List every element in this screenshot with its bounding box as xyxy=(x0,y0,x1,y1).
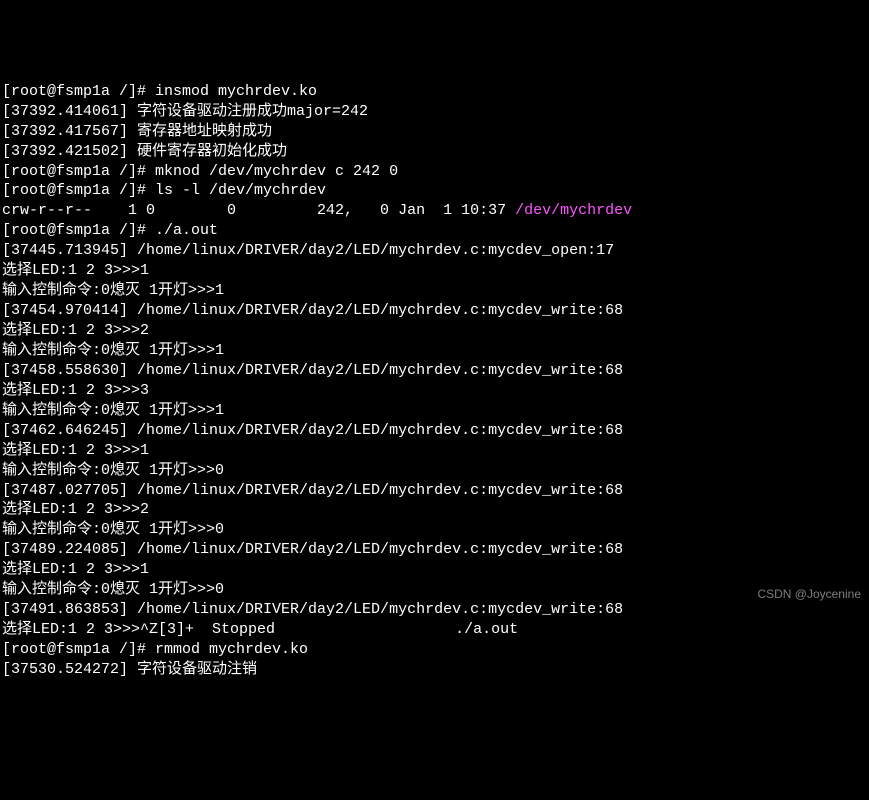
terminal-line: [root@fsmp1a /]# insmod mychrdev.ko xyxy=(2,82,867,102)
terminal-line: 输入控制命令:0熄灭 1开灯>>>1 xyxy=(2,281,867,301)
terminal-line: [37392.414061] 字符设备驱动注册成功major=242 xyxy=(2,102,867,122)
terminal-text: [37392.414061] 字符设备驱动注册成功major=242 xyxy=(2,103,368,120)
terminal-text: [37489.224085] /home/linux/DRIVER/day2/L… xyxy=(2,541,623,558)
terminal-line: 选择LED:1 2 3>>>1 xyxy=(2,560,867,580)
terminal-text: [root@fsmp1a /]# rmmod mychrdev.ko xyxy=(2,641,308,658)
terminal-line: [37392.421502] 硬件寄存器初始化成功 xyxy=(2,142,867,162)
terminal-text: /dev/mychrdev xyxy=(515,202,632,219)
terminal-text: [37462.646245] /home/linux/DRIVER/day2/L… xyxy=(2,422,623,439)
terminal-line: [37487.027705] /home/linux/DRIVER/day2/L… xyxy=(2,481,867,501)
terminal-text: [37454.970414] /home/linux/DRIVER/day2/L… xyxy=(2,302,623,319)
terminal-text: [37445.713945] /home/linux/DRIVER/day2/L… xyxy=(2,242,614,259)
terminal-text: 选择LED:1 2 3>>>2 xyxy=(2,501,149,518)
terminal-line: [37491.863853] /home/linux/DRIVER/day2/L… xyxy=(2,600,867,620)
terminal-text: 输入控制命令:0熄灭 1开灯>>>0 xyxy=(2,581,224,598)
terminal-line: 输入控制命令:0熄灭 1开灯>>>1 xyxy=(2,401,867,421)
terminal-line: [root@fsmp1a /]# ./a.out xyxy=(2,221,867,241)
terminal-text: [37392.421502] 硬件寄存器初始化成功 xyxy=(2,143,287,160)
terminal-text: [37487.027705] /home/linux/DRIVER/day2/L… xyxy=(2,482,623,499)
terminal-line: [37458.558630] /home/linux/DRIVER/day2/L… xyxy=(2,361,867,381)
terminal-line: [root@fsmp1a /]# rmmod mychrdev.ko xyxy=(2,640,867,660)
terminal-text: 输入控制命令:0熄灭 1开灯>>>0 xyxy=(2,462,224,479)
terminal-line: [root@fsmp1a /]# ls -l /dev/mychrdev xyxy=(2,181,867,201)
terminal-line: [37445.713945] /home/linux/DRIVER/day2/L… xyxy=(2,241,867,261)
terminal-text: crw-r--r-- 1 0 0 242, 0 Jan 1 10:37 xyxy=(2,202,515,219)
terminal-text: [37491.863853] /home/linux/DRIVER/day2/L… xyxy=(2,601,623,618)
terminal-text: [root@fsmp1a /]# mknod /dev/mychrdev c 2… xyxy=(2,163,398,180)
terminal-line: 输入控制命令:0熄灭 1开灯>>>0 xyxy=(2,580,867,600)
terminal-text: [root@fsmp1a /]# ls -l /dev/mychrdev xyxy=(2,182,326,199)
terminal-text: 选择LED:1 2 3>>>1 xyxy=(2,561,149,578)
terminal-text: 选择LED:1 2 3>>>2 xyxy=(2,322,149,339)
terminal-line: 选择LED:1 2 3>>>1 xyxy=(2,441,867,461)
terminal-line: 输入控制命令:0熄灭 1开灯>>>0 xyxy=(2,461,867,481)
watermark: CSDN @Joycenine xyxy=(757,587,861,603)
terminal-line: 选择LED:1 2 3>>>3 xyxy=(2,381,867,401)
terminal-text: 选择LED:1 2 3>>>1 xyxy=(2,442,149,459)
terminal-text: 输入控制命令:0熄灭 1开灯>>>1 xyxy=(2,282,224,299)
terminal-line: 输入控制命令:0熄灭 1开灯>>>0 xyxy=(2,520,867,540)
terminal-text: [37392.417567] 寄存器地址映射成功 xyxy=(2,123,272,140)
terminal-line: 选择LED:1 2 3>>>2 xyxy=(2,500,867,520)
terminal-line: 选择LED:1 2 3>>>1 xyxy=(2,261,867,281)
terminal-text: 选择LED:1 2 3>>>1 xyxy=(2,262,149,279)
terminal-text: 选择LED:1 2 3>>>^Z[3]+ Stopped ./a.out xyxy=(2,621,518,638)
terminal-text: [root@fsmp1a /]# ./a.out xyxy=(2,222,218,239)
terminal-text: 输入控制命令:0熄灭 1开灯>>>1 xyxy=(2,342,224,359)
terminal-line: [root@fsmp1a /]# mknod /dev/mychrdev c 2… xyxy=(2,162,867,182)
terminal-text: 选择LED:1 2 3>>>3 xyxy=(2,382,149,399)
terminal-text: 输入控制命令:0熄灭 1开灯>>>1 xyxy=(2,402,224,419)
terminal-text: 输入控制命令:0熄灭 1开灯>>>0 xyxy=(2,521,224,538)
terminal-line: 选择LED:1 2 3>>>^Z[3]+ Stopped ./a.out xyxy=(2,620,867,640)
terminal-line: [37454.970414] /home/linux/DRIVER/day2/L… xyxy=(2,301,867,321)
terminal-output[interactable]: [root@fsmp1a /]# insmod mychrdev.ko [3739… xyxy=(2,82,867,680)
terminal-text: [37530.524272] 字符设备驱动注销 xyxy=(2,661,257,678)
terminal-line: 选择LED:1 2 3>>>2 xyxy=(2,321,867,341)
terminal-text: [37458.558630] /home/linux/DRIVER/day2/L… xyxy=(2,362,623,379)
terminal-line: [37530.524272] 字符设备驱动注销 xyxy=(2,660,867,680)
terminal-line: [37462.646245] /home/linux/DRIVER/day2/L… xyxy=(2,421,867,441)
terminal-line: 输入控制命令:0熄灭 1开灯>>>1 xyxy=(2,341,867,361)
terminal-line: [37392.417567] 寄存器地址映射成功 xyxy=(2,122,867,142)
terminal-line: [37489.224085] /home/linux/DRIVER/day2/L… xyxy=(2,540,867,560)
terminal-line: crw-r--r-- 1 0 0 242, 0 Jan 1 10:37 /dev… xyxy=(2,201,867,221)
terminal-text: [root@fsmp1a /]# insmod mychrdev.ko xyxy=(2,83,317,100)
